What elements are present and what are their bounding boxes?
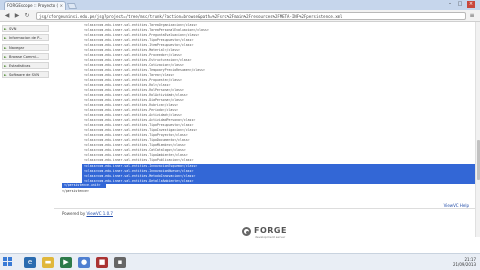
address-bar[interactable]: jsg/cforgeuninsi.edu.pe/jsg?project=/tre… [36, 12, 466, 20]
file-content: <class>com.edu.inner.sal.entities.TareaO… [54, 22, 475, 237]
minimize-button[interactable]: – [446, 1, 454, 8]
selected-tail-line: </persistence-unit> [64, 183, 101, 187]
ie-icon[interactable]: e [24, 257, 36, 268]
sidebar-item-browse-commits[interactable]: ► Browse Commi... [2, 53, 49, 60]
forge-logo: FORGE development server [242, 226, 298, 240]
system-tray-clock[interactable]: 21:17 21/09/2013 [453, 257, 476, 267]
forward-icon[interactable]: ▶ [13, 12, 21, 20]
tab-close-icon[interactable]: × [60, 3, 63, 8]
arrow-icon: ► [4, 27, 7, 31]
app-icon[interactable]: ■ [96, 257, 108, 268]
viewvc-link[interactable]: ViewVC 1.0.7 [86, 211, 112, 216]
sidebar-item-browse[interactable]: ► Navegar [2, 44, 49, 51]
arrow-icon: ► [4, 73, 7, 77]
code-line: <class>com.edu.inner.sal.entities.TipoPu… [84, 158, 194, 162]
divider [54, 208, 475, 209]
terminal-icon[interactable]: ▪ [114, 257, 126, 268]
sidebar-item-project-info[interactable]: ► Informacion de P... [2, 34, 49, 41]
sidebar-item-statistics[interactable]: ► Estadisticas [2, 62, 49, 69]
start-button[interactable] [3, 257, 13, 267]
forge-logo-icon [242, 227, 251, 236]
sidebar-item-label: Estadisticas [9, 64, 31, 68]
sidebar-item-svn-software[interactable]: ► Software de SVN [2, 71, 49, 78]
sidebar-item-svn[interactable]: ► SVN [2, 25, 49, 32]
close-window-button[interactable]: × [467, 1, 475, 8]
tab-title: FORGEscope :: Proyecto ( [7, 3, 59, 8]
menu-icon[interactable]: ≡ [468, 12, 476, 20]
browser-titlebar: FORGEscope :: Proyecto ( × – □ × [0, 0, 480, 10]
forge-logo-text: FORGE [254, 226, 287, 235]
powered-by-label: Powered by [62, 211, 86, 216]
powered-by: Powered by ViewVC 1.0.7 [62, 211, 113, 216]
closing-tag-line: </persistence> [62, 189, 89, 193]
arrow-icon: ► [4, 64, 7, 68]
sidebar-item-label: Informacion de P... [9, 36, 43, 40]
browser-tab[interactable]: FORGEscope :: Proyecto ( × [4, 1, 66, 10]
sidebar-item-label: Browse Commi... [9, 55, 40, 59]
browser-toolbar: ◀ ▶ ↻ jsg/cforgeuninsi.edu.pe/jsg?projec… [0, 10, 480, 22]
folder-icon[interactable]: ▬ [42, 257, 54, 268]
taskbar: e ▬ ▶ ● ■ ▪ 21:17 21/09/2013 [0, 253, 480, 270]
arrow-icon: ► [4, 55, 7, 59]
new-tab-button[interactable] [66, 3, 78, 9]
arrow-icon: ► [4, 36, 7, 40]
clock-date: 21/09/2013 [452, 262, 476, 267]
sidebar: ► SVN ► Informacion de P... ► Navegar ► … [0, 22, 54, 270]
forge-logo-subtitle: development server [255, 235, 286, 239]
sidebar-item-label: Software de SVN [9, 73, 40, 77]
page-scrollbar[interactable] [475, 22, 480, 237]
media-icon[interactable]: ▶ [60, 257, 72, 268]
arrow-icon: ► [4, 46, 7, 50]
reload-icon[interactable]: ↻ [23, 12, 31, 20]
back-icon[interactable]: ◀ [3, 12, 11, 20]
chrome-icon[interactable]: ● [78, 257, 90, 268]
maximize-button[interactable]: □ [456, 1, 464, 8]
sidebar-item-label: Navegar [9, 46, 25, 50]
sidebar-item-label: SVN [9, 27, 17, 31]
